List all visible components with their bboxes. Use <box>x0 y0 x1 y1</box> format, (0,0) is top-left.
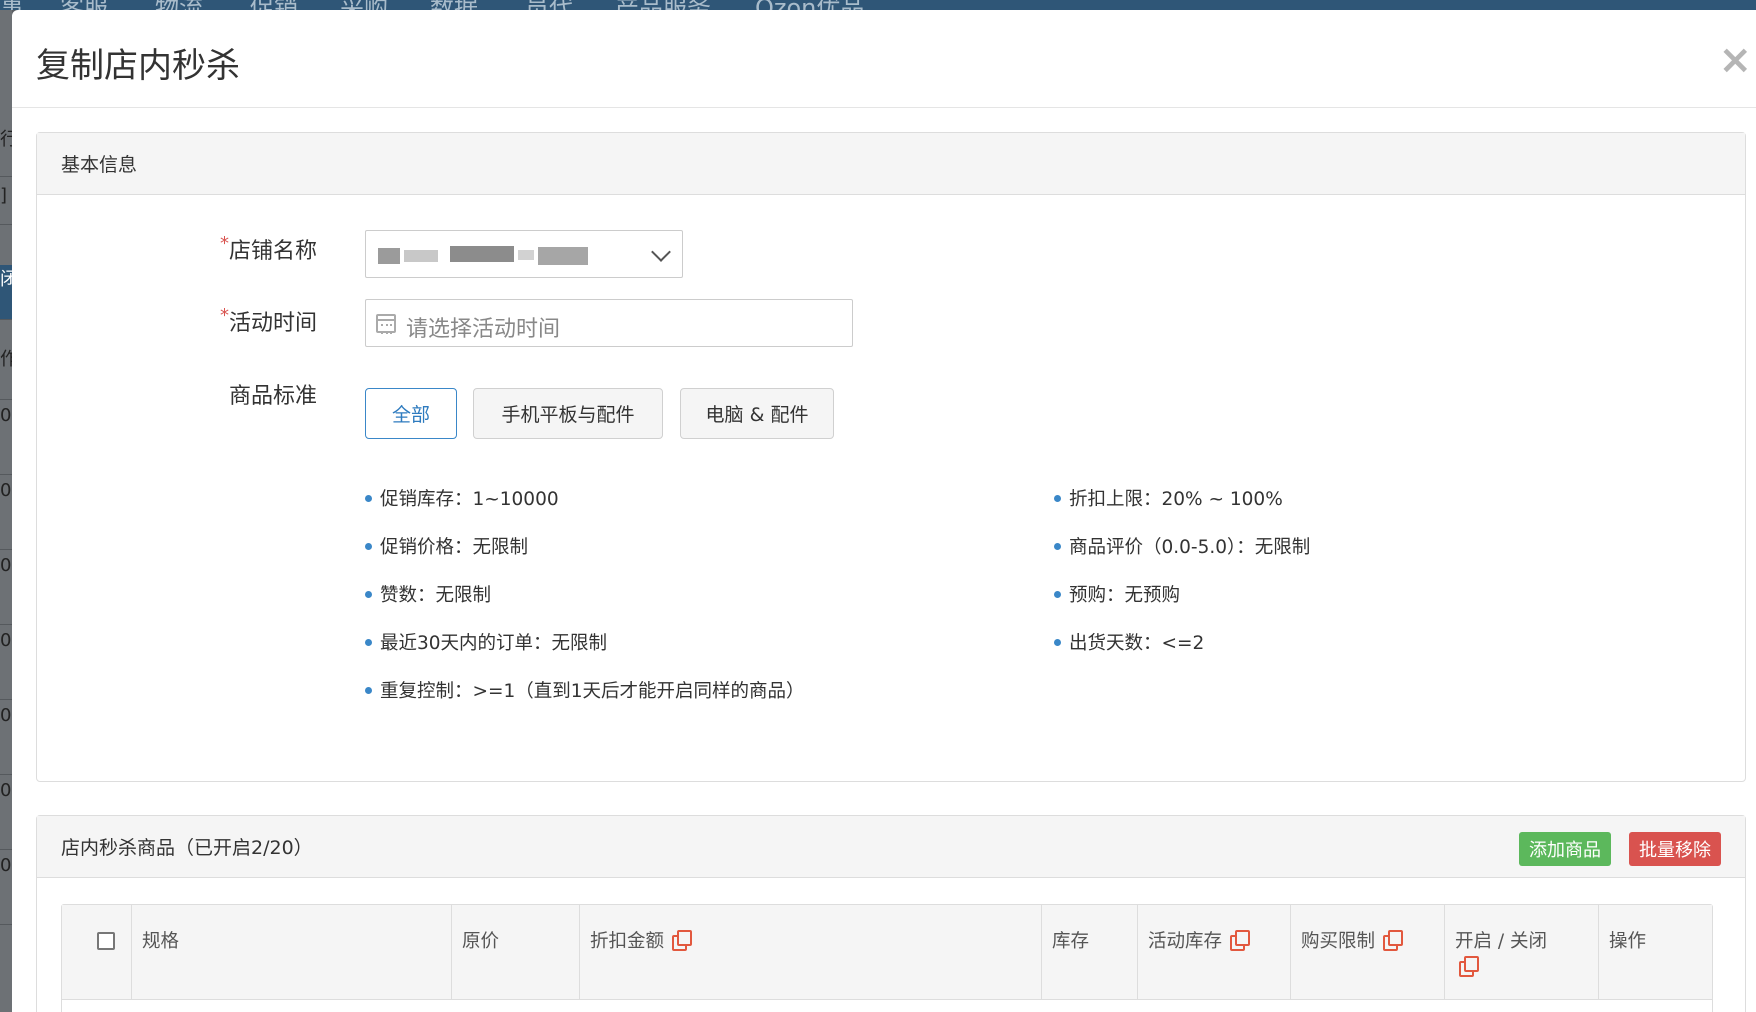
select-all-checkbox[interactable] <box>97 932 115 950</box>
column-header-actions: 操作 <box>1609 931 1647 952</box>
background-side-column: 行 ] 闭 作 02 02 02 02 02 02 02 <box>0 10 12 1012</box>
close-icon[interactable]: × <box>1718 40 1752 80</box>
required-mark: * <box>219 233 229 254</box>
bg-fragment: 02 <box>0 555 12 625</box>
required-mark: * <box>219 305 229 326</box>
bg-nav-item: 数据 <box>430 0 478 10</box>
bg-nav-fragment: 事 <box>0 0 24 10</box>
column-header-activity-stock: 活动库存 <box>1138 905 1291 1000</box>
bg-fragment: 02 <box>0 480 12 550</box>
rule-item: 预购：无预购 <box>1054 581 1180 607</box>
bg-nav-item: 产品服务 <box>615 0 711 10</box>
bg-nav-item: 员代 <box>525 0 573 10</box>
table-header: 规格 原价 折扣金额 库存 活动库存 购买限制 开启 / 关闭 操作 <box>62 905 1712 1000</box>
products-heading-title: 店内秒杀商品（已开启2/20） <box>61 837 313 859</box>
add-product-button[interactable]: 添加商品 <box>1519 832 1611 866</box>
flash-sale-products-panel: 店内秒杀商品（已开启2/20） 添加商品 批量移除 规格 原价 折扣金额 库存 … <box>36 815 1746 1012</box>
bg-nav-item: 客服 <box>60 0 108 10</box>
basic-info-panel: 基本信息 *店铺名称 *活动时间 请选择活动时间 商品标准 全部 手机平板与配件… <box>36 132 1746 782</box>
copy-flash-sale-modal: 复制店内秒杀 × 基本信息 *店铺名称 *活动时间 请选择活动时间 商品标准 全… <box>12 10 1756 1012</box>
copy-icon[interactable] <box>1383 930 1404 951</box>
bg-nav-item: 促销 <box>250 0 298 10</box>
shop-select-value-redacted <box>378 246 588 266</box>
column-header-spec: 规格 <box>132 905 452 1000</box>
select-all-cell <box>62 905 132 1000</box>
activity-time-placeholder: 请选择活动时间 <box>406 317 561 342</box>
column-header-original-price: 原价 <box>452 905 580 1000</box>
bg-fragment: 作 <box>0 345 12 400</box>
rule-item: 出货天数：<=2 <box>1054 629 1204 655</box>
bg-fragment: ] <box>0 185 12 225</box>
batch-remove-button[interactable]: 批量移除 <box>1629 832 1721 866</box>
rule-item: 最近30天内的订单：无限制 <box>365 629 607 655</box>
column-header-toggle: 开启 / 关闭 <box>1445 905 1599 1000</box>
bg-fragment: 02 <box>0 855 12 925</box>
column-header-purchase-limit: 购买限制 <box>1291 905 1445 1000</box>
basic-info-heading: 基本信息 <box>37 133 1745 195</box>
rule-item: 重复控制：>=1（直到1天后才能开启同样的商品） <box>365 677 805 703</box>
calendar-icon <box>376 314 396 334</box>
chevron-down-icon <box>651 242 671 262</box>
modal-title: 复制店内秒杀 <box>36 46 240 86</box>
rule-item: 折扣上限：20% ~ 100% <box>1054 485 1283 511</box>
column-header-discount: 折扣金额 <box>580 905 1042 1000</box>
activity-time-input[interactable]: 请选择活动时间 <box>365 299 853 347</box>
bg-nav-item: 采购 <box>340 0 388 10</box>
bg-fragment: 行 <box>0 125 12 177</box>
rule-item: 赞数：无限制 <box>365 581 491 607</box>
bg-nav-item: Ozon优品 <box>755 0 864 10</box>
bg-fragment: 02 <box>0 405 12 475</box>
bg-fragment: 闭 <box>0 265 12 320</box>
category-label: 商品标准 <box>228 384 317 409</box>
rule-item: 促销价格：无限制 <box>365 533 528 559</box>
column-header-stock: 库存 <box>1042 905 1138 1000</box>
rule-item: 促销库存：1~10000 <box>365 485 559 511</box>
products-heading: 店内秒杀商品（已开启2/20） <box>37 816 1745 878</box>
products-table: 规格 原价 折扣金额 库存 活动库存 购买限制 开启 / 关闭 操作 <box>61 904 1713 1012</box>
copy-icon[interactable] <box>1459 956 1479 977</box>
background-nav-bar: 事 客服 物流 促销 采购 数据 员代 产品服务 Ozon优品 <box>0 0 1756 10</box>
copy-icon[interactable] <box>672 930 693 951</box>
modal-header: 复制店内秒杀 × <box>12 10 1756 108</box>
shop-name-label: *店铺名称 <box>219 233 317 264</box>
copy-icon[interactable] <box>1230 930 1251 951</box>
bg-fragment: 02 <box>0 705 12 775</box>
activity-time-label: *活动时间 <box>219 305 317 336</box>
bg-fragment: 02 <box>0 630 12 700</box>
category-phones-button[interactable]: 手机平板与配件 <box>473 388 663 439</box>
category-all-button[interactable]: 全部 <box>365 388 457 439</box>
category-computers-button[interactable]: 电脑 & 配件 <box>680 388 834 439</box>
bg-fragment: 02 <box>0 780 12 850</box>
rule-item: 商品评价（0.0-5.0）：无限制 <box>1054 533 1310 559</box>
bg-nav-item: 物流 <box>155 0 203 10</box>
shop-select[interactable] <box>365 230 683 278</box>
